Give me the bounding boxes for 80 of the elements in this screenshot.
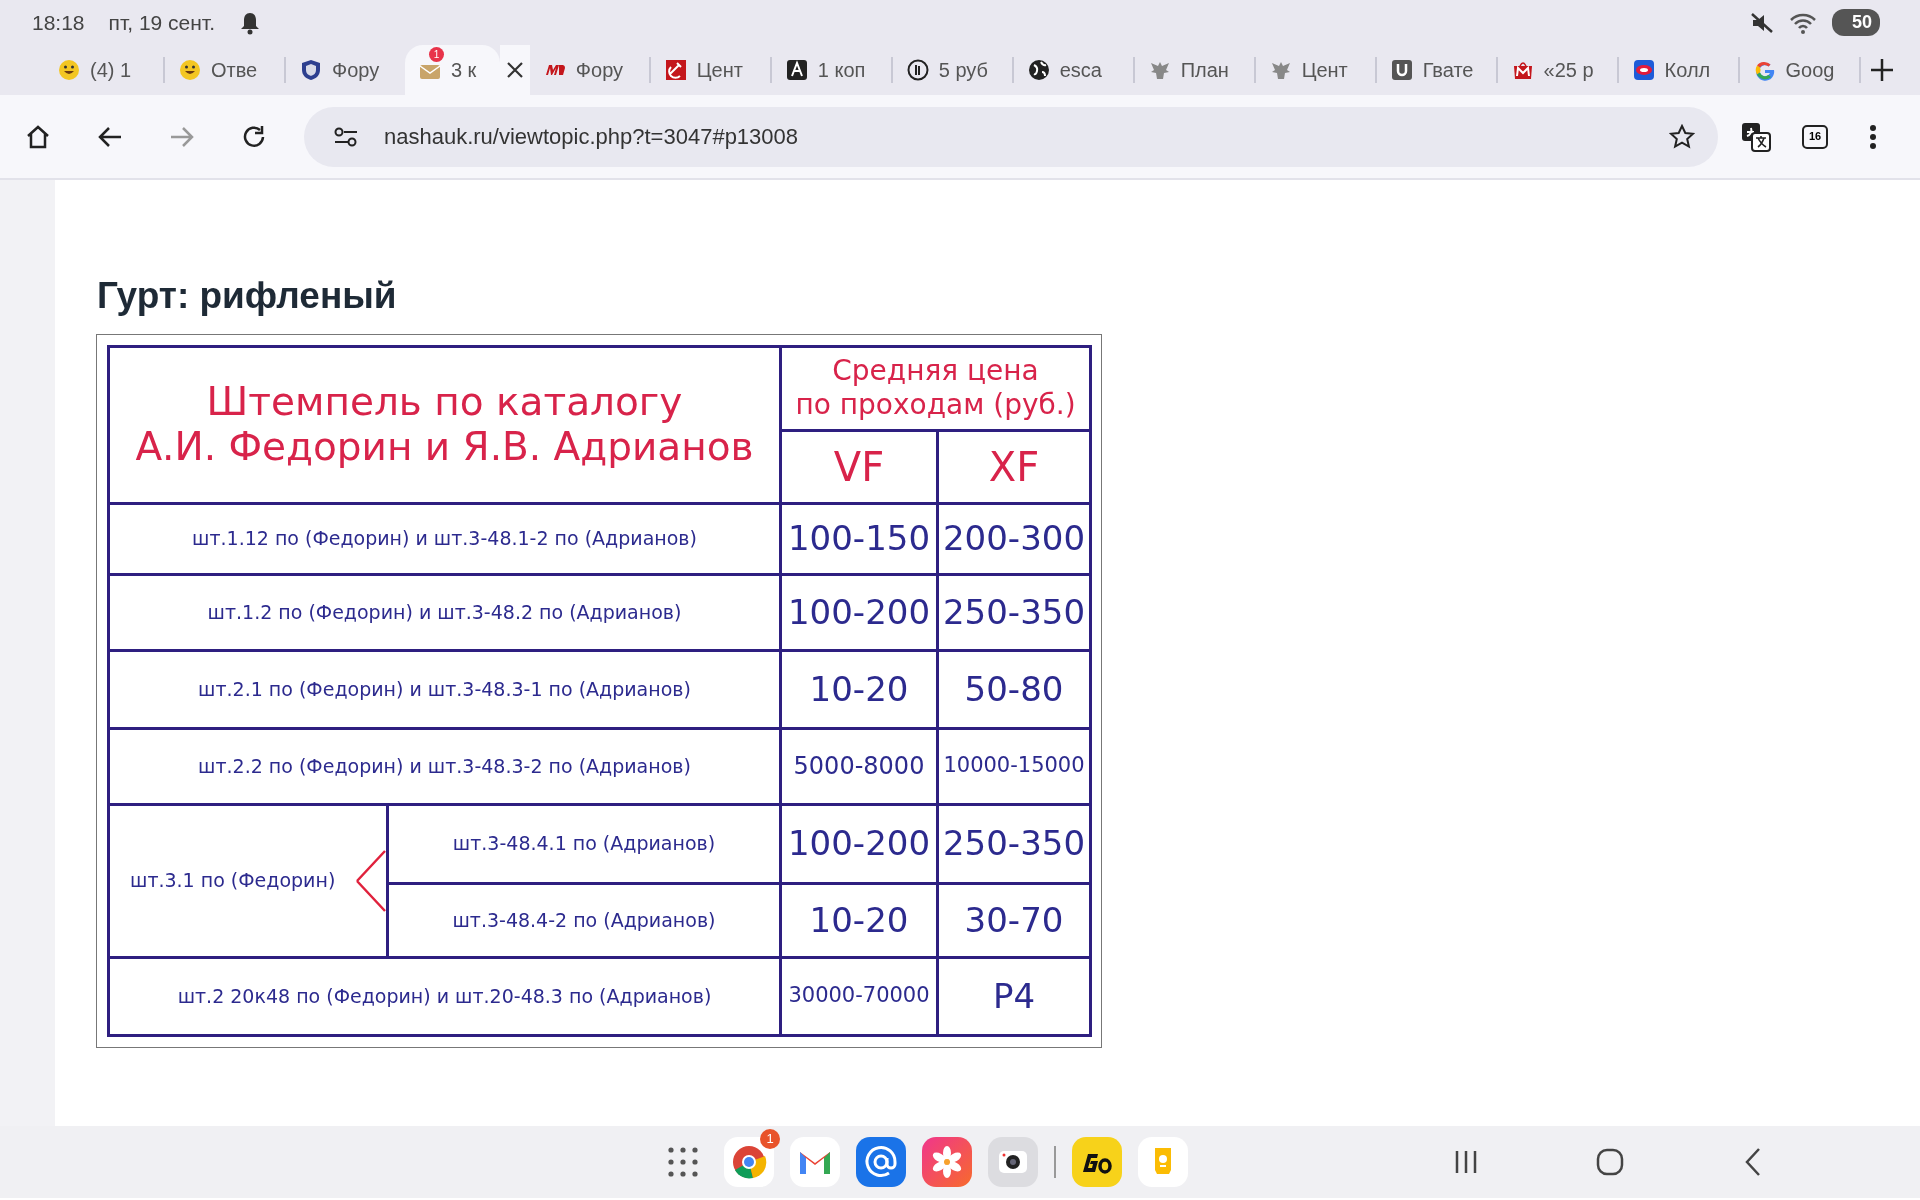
browser-tab[interactable]: esca <box>1013 45 1133 95</box>
browser-tab[interactable]: Гвате <box>1376 45 1496 95</box>
clock-text: 18:18 <box>32 9 85 36</box>
go-button[interactable] <box>1072 1137 1122 1187</box>
table-header-cell: XF <box>937 430 1091 503</box>
browser-tab[interactable]: 5 руб <box>892 45 1012 95</box>
table-cell: шт.1.2 по (Федорин) и шт.3-48.2 по (Адрианов) <box>108 574 781 650</box>
flower-button[interactable] <box>922 1137 972 1187</box>
address-bar[interactable]: nashauk.ru/viewtopic.php?t=3047#p13008 <box>304 106 1718 167</box>
table-cell: шт.2.2 по (Федорин) и шт.3-48.3-2 по (Адрианов) <box>108 728 781 804</box>
browser-tab[interactable]: Цент <box>650 45 770 95</box>
table-cell: шт.3-48.4.1 по (Адрианов) <box>387 804 781 883</box>
table-cell-text: шт.3.1 по (Федорин) <box>130 868 336 894</box>
letter-a-icon <box>785 59 808 81</box>
at-sign-icon <box>863 1144 899 1180</box>
browser-tab[interactable]: Goog <box>1739 45 1859 95</box>
letter-u-icon <box>1390 59 1413 81</box>
home-icon <box>25 123 51 150</box>
table-cell: шт.3-48.4-2 по (Адрианов) <box>387 883 781 957</box>
sliders-icon <box>333 125 359 148</box>
table-cell: 200-300 <box>937 503 1091 574</box>
table-cell: шт.2.1 по (Федорин) и шт.3-48.3-1 по (Адрианов) <box>108 650 781 728</box>
mute-icon <box>1749 11 1774 34</box>
chrome-icon <box>731 1144 767 1180</box>
tab-count-button[interactable]: 16 <box>1802 124 1828 149</box>
browser-tab[interactable]: Фору <box>529 45 649 95</box>
table-cell: 250-350 <box>937 804 1091 883</box>
translate-icon <box>1741 121 1771 152</box>
table-cell: шт.2 20к48 по (Федорин) и шт.20-48.3 по (Адрианов) <box>108 957 781 1035</box>
smiley-icon <box>178 59 201 81</box>
section-heading: Гурт: рифленый <box>97 274 398 318</box>
bell-icon <box>239 10 261 35</box>
table-cell: 250-350 <box>937 574 1091 650</box>
camera-button[interactable] <box>988 1137 1038 1187</box>
table-cell: 100-200 <box>780 804 938 883</box>
browser-tab[interactable]: 1 коп <box>771 45 891 95</box>
menu-icon <box>1869 123 1877 150</box>
notification-badge: 1 <box>428 47 444 62</box>
table-cell: 5000-8000 <box>780 728 938 804</box>
reload-icon <box>241 123 267 150</box>
mail-button[interactable] <box>790 1137 840 1187</box>
notification-badge: 1 <box>760 1129 780 1149</box>
table-cell: 50-80 <box>937 650 1091 728</box>
bracket-drawing <box>356 848 386 913</box>
table-cell: 10-20 <box>780 650 938 728</box>
table-cell: 30000-70000 <box>780 957 938 1035</box>
url-text: nashauk.ru/viewtopic.php?t=3047#p13008 <box>384 123 799 151</box>
at-sign-button[interactable] <box>856 1137 906 1187</box>
table-cell: 100-200 <box>780 574 938 650</box>
smiley-icon <box>58 59 80 81</box>
google-icon <box>1753 59 1776 81</box>
app-grid-icon <box>665 1144 701 1180</box>
battery-indicator: 50 <box>1831 9 1880 36</box>
table-cell: 10000-15000 <box>937 728 1091 804</box>
table-header-cell: Штемпель по каталогу А.И. Федорин и Я.В. Адрианов <box>108 346 781 503</box>
table-cell: Р4 <box>937 957 1091 1035</box>
table-header-cell: VF <box>780 430 938 503</box>
close-icon <box>506 61 524 79</box>
browser-tab[interactable]: План <box>1134 45 1254 95</box>
browser-tab[interactable]: «25 р <box>1497 45 1617 95</box>
date-text: пт, 19 сент. <box>108 9 215 36</box>
browser-tab[interactable]: 3 к 1 <box>404 45 501 95</box>
table-cell: шт.1.12 по (Федорин) и шт.3-48.1-2 по (Адрианов) <box>108 503 781 574</box>
oval-logo-icon <box>1632 59 1655 81</box>
plus-icon <box>1870 58 1895 82</box>
browser-tab[interactable]: Колл <box>1618 45 1738 95</box>
letter-m-icon <box>1511 59 1534 81</box>
shield-icon <box>299 59 322 81</box>
table-cell: 10-20 <box>780 883 938 957</box>
table-header-cell: Средняя цена по проходам (руб.) <box>780 346 1091 430</box>
globe-icon <box>1027 59 1050 81</box>
coin-icon <box>906 59 929 81</box>
browser-tab[interactable]: Отве <box>164 45 284 95</box>
star-icon <box>1669 123 1695 150</box>
browser-tab[interactable]: Цент <box>1255 45 1375 95</box>
table-cell: 30-70 <box>937 883 1091 957</box>
wifi-icon <box>1789 11 1816 34</box>
browser-tab[interactable]: (4) 1 <box>44 45 163 95</box>
table-cell: 100-150 <box>780 503 938 574</box>
browser-tab[interactable]: Фору <box>285 45 405 95</box>
